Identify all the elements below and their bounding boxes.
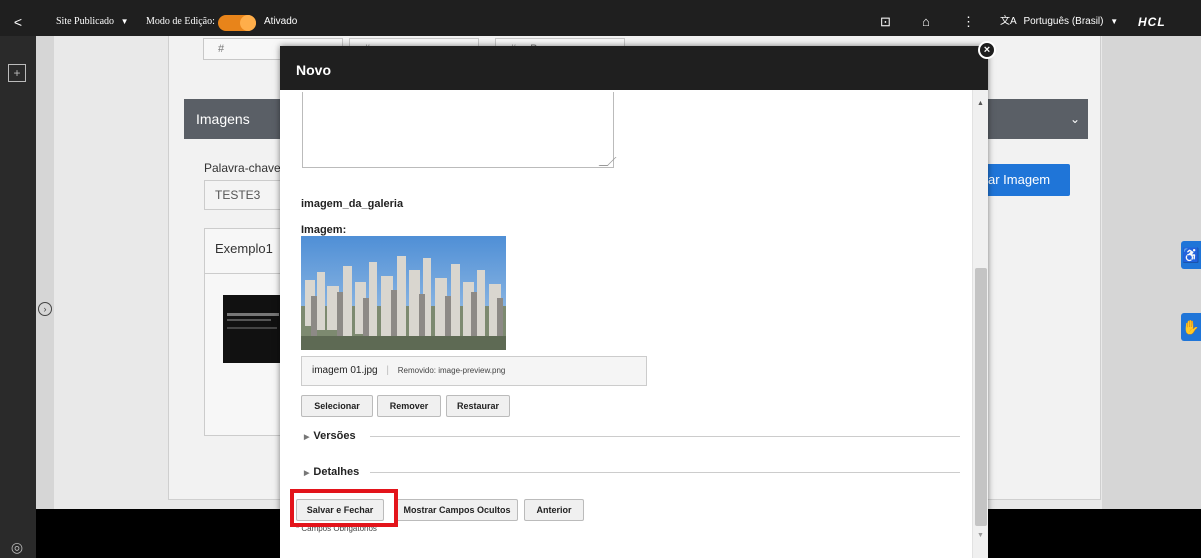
save-button-highlight — [290, 489, 398, 527]
keyword-label: Palavra-chave — [204, 161, 281, 175]
sign-language-icon[interactable]: ✋ — [1181, 313, 1201, 341]
modal-title: Novo — [280, 46, 988, 90]
modal-scrollbar[interactable]: ▲ ▼ — [972, 90, 988, 558]
text-area[interactable] — [302, 92, 614, 168]
language-dropdown[interactable]: 文A Português (Brasil) ▼ — [1000, 8, 1118, 36]
language-label: Português (Brasil) — [1023, 16, 1104, 27]
add-image-button[interactable]: ar Imagem — [978, 164, 1070, 196]
translate-icon: 文A — [1000, 16, 1017, 27]
scroll-up-icon[interactable]: ▲ — [977, 100, 984, 107]
example-card[interactable]: Exemplo1 — [204, 228, 284, 436]
details-label: Detalhes — [313, 466, 360, 478]
removed-text: Removido: image-preview.png — [397, 366, 506, 375]
keyword-input[interactable]: TESTE3 — [204, 180, 284, 210]
show-hidden-fields-button[interactable]: Mostrar Campos Ocultos — [396, 499, 518, 521]
caret-right-icon: ▶ — [304, 470, 310, 477]
help-icon[interactable]: ◎ — [8, 538, 26, 556]
restore-button[interactable]: Restaurar — [446, 395, 510, 417]
separator: | — [386, 365, 389, 376]
edit-mode-toggle[interactable] — [218, 15, 256, 31]
chevron-down-icon: ▼ — [1110, 17, 1119, 26]
edit-mode-label: Modo de Edição: — [146, 16, 215, 27]
back-icon[interactable]: < — [0, 8, 36, 36]
divider — [370, 436, 960, 437]
site-status-label: Site Publicado — [56, 16, 115, 27]
accessibility-icon[interactable]: ♿ — [1181, 241, 1201, 269]
versions-label: Versões — [313, 430, 356, 442]
new-item-modal: Novo imagem_da_galeria Imagem: imagem 01… — [280, 46, 988, 558]
versions-section[interactable]: ▶ Versões — [304, 430, 356, 442]
divider — [370, 472, 960, 473]
modal-body: imagem_da_galeria Imagem: imagem 01.jpg … — [280, 90, 972, 558]
details-section[interactable]: ▶ Detalhes — [304, 466, 359, 478]
file-info: imagem 01.jpg | Removido: image-preview.… — [301, 356, 647, 386]
caret-right-icon: ▶ — [304, 434, 310, 441]
previous-button[interactable]: Anterior — [524, 499, 584, 521]
image-preview — [301, 236, 506, 350]
example-thumbnail[interactable] — [223, 295, 283, 363]
hcl-logo: HCL — [1138, 15, 1166, 29]
more-options-icon[interactable]: ⋮ — [962, 8, 975, 36]
field-name: imagem_da_galeria — [301, 198, 404, 210]
select-button[interactable]: Selecionar — [301, 395, 373, 417]
file-name: imagem 01.jpg — [312, 365, 378, 376]
example-card-title: Exemplo1 — [215, 241, 273, 256]
home-icon[interactable]: ⌂ — [922, 8, 930, 36]
chevron-down-icon[interactable]: ⌄ — [1062, 99, 1088, 139]
image-label: Imagem: — [301, 224, 347, 236]
scroll-thumb[interactable] — [975, 268, 987, 526]
remove-button[interactable]: Remover — [377, 395, 441, 417]
scroll-down-icon[interactable]: ▼ — [977, 532, 984, 539]
divider — [205, 273, 283, 274]
close-icon[interactable]: × — [978, 41, 996, 59]
site-status-dropdown[interactable]: Site Publicado ▼ — [56, 8, 128, 36]
top-toolbar: < Site Publicado ▼ Modo de Edição: Ativa… — [0, 0, 1201, 36]
edit-mode-value: Ativado — [264, 16, 298, 27]
expand-icon[interactable]: › — [38, 302, 52, 316]
add-panel-icon[interactable]: + — [8, 64, 26, 82]
city-skyline-image — [301, 236, 506, 350]
chevron-down-icon: ▼ — [120, 17, 129, 26]
preview-icon[interactable]: ⊡ — [880, 8, 891, 36]
left-rail: + ◎ — [0, 36, 36, 558]
